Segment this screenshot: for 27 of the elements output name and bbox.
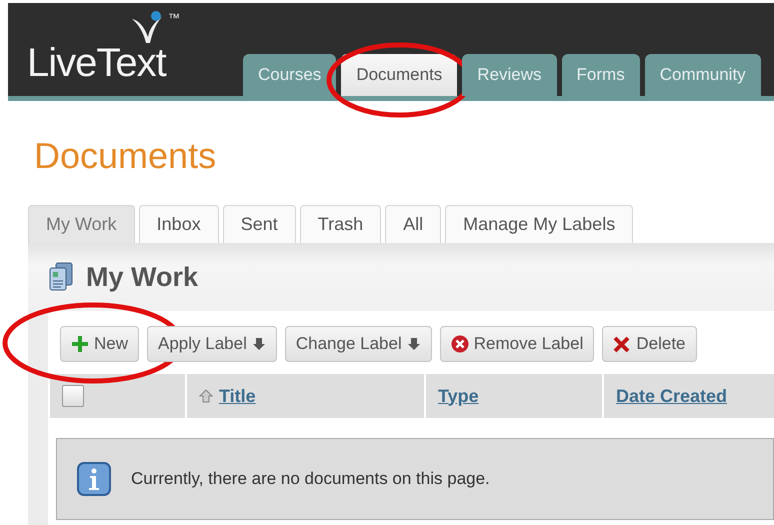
tab[interactable]: My Work	[28, 205, 135, 243]
info-icon	[77, 462, 111, 496]
trademark-symbol: ™	[168, 11, 180, 25]
tab[interactable]: Manage My Labels	[445, 205, 634, 243]
toolbar-button[interactable]: Change Label	[284, 326, 432, 362]
tab[interactable]: Inbox	[138, 205, 219, 243]
down-arrow-icon	[406, 337, 421, 351]
nav-tab[interactable]: Documents	[341, 54, 458, 96]
toolbar-button[interactable]: Apply Label	[147, 326, 277, 362]
remove-icon	[450, 335, 469, 353]
plus-icon	[71, 335, 89, 353]
page-title: Documents	[34, 135, 218, 178]
toolbar-button[interactable]: Delete	[602, 326, 696, 362]
tab[interactable]: All	[385, 205, 442, 243]
down-arrow-icon	[252, 337, 266, 351]
delete-icon	[613, 335, 632, 353]
toolbar-button[interactable]: Remove Label	[440, 326, 594, 362]
tab[interactable]: Sent	[222, 205, 296, 243]
logo-text: LiveText	[27, 41, 166, 86]
toolbar-button[interactable]: New	[60, 326, 140, 362]
checkbox[interactable]	[62, 385, 84, 407]
column-header-link[interactable]: Title	[219, 386, 256, 406]
tab[interactable]: Trash	[300, 205, 382, 243]
documents-icon	[48, 262, 74, 292]
column-header-link[interactable]: Type	[438, 386, 479, 406]
empty-message: Currently, there are no documents on this page.	[131, 469, 490, 489]
panel-title: My Work	[86, 262, 198, 292]
